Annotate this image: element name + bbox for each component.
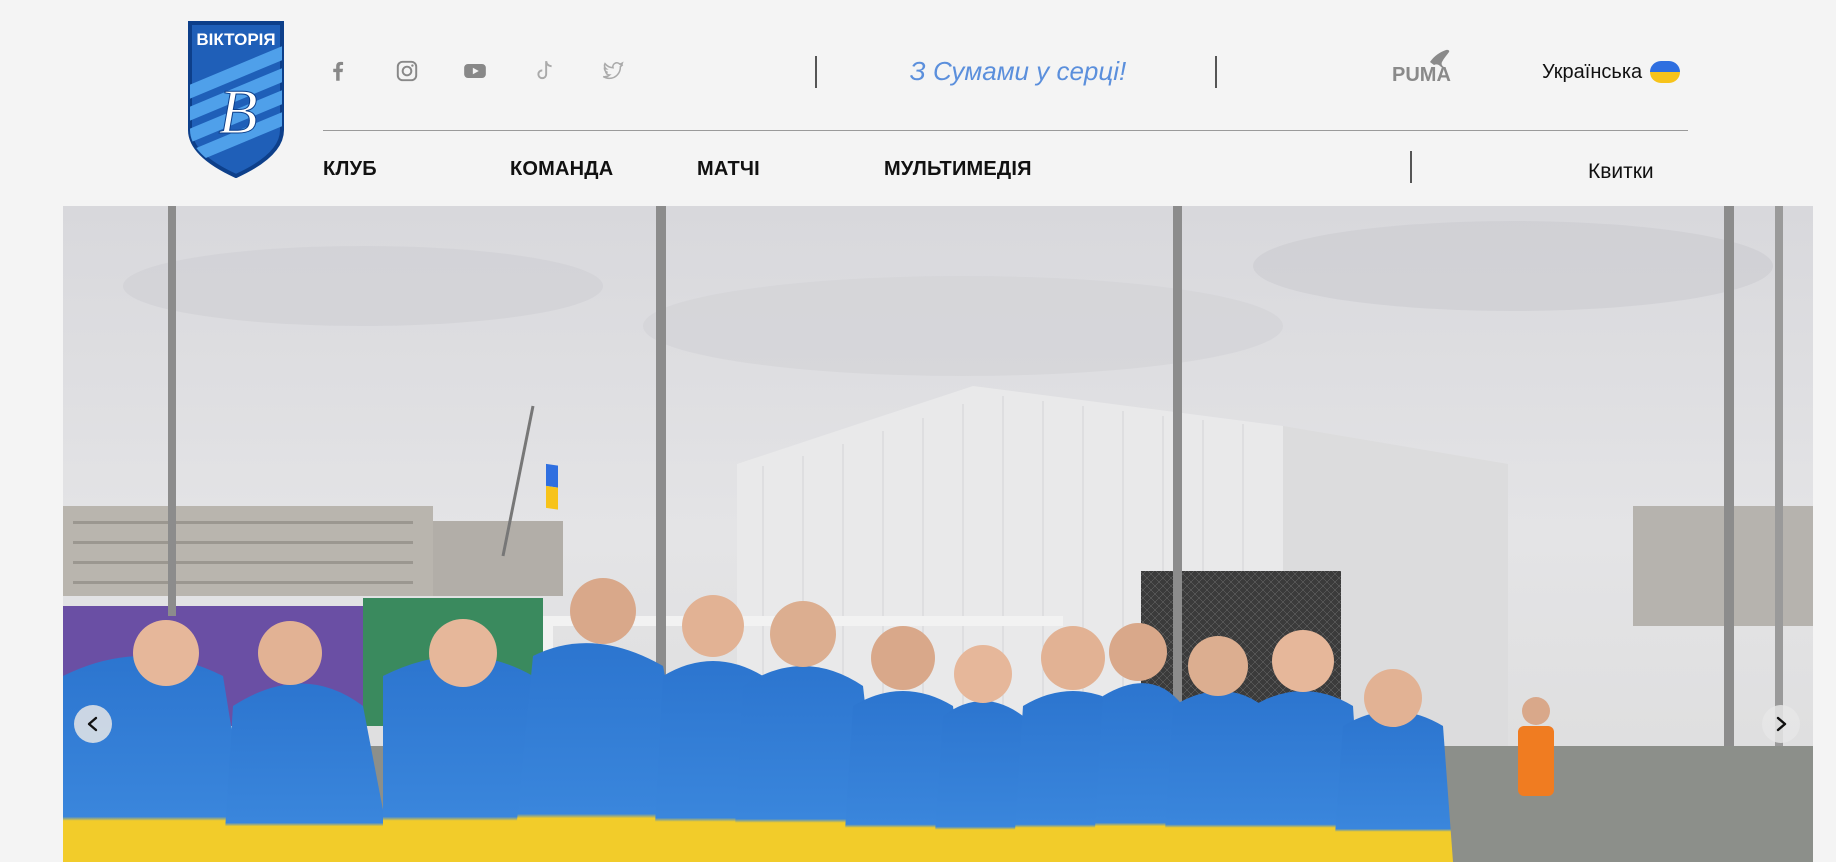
carousel-prev-button[interactable] xyxy=(74,705,112,743)
instagram-icon[interactable] xyxy=(394,56,420,86)
nav-item-club[interactable]: КЛУБ xyxy=(323,158,377,181)
nav-item-multimedia[interactable]: МУЛЬТИМЕДІЯ xyxy=(884,158,1032,181)
twitter-icon[interactable] xyxy=(600,56,626,86)
header-separator xyxy=(1215,56,1217,88)
youtube-icon[interactable] xyxy=(462,56,488,86)
ukraine-flag-icon xyxy=(1650,61,1681,83)
club-logo[interactable]: ВІКТОРІЯ В xyxy=(187,20,285,179)
chevron-left-icon xyxy=(87,716,98,732)
tiktok-icon[interactable] xyxy=(531,56,557,86)
sponsor-text: PUMA xyxy=(1392,64,1451,86)
nav-separator xyxy=(1410,151,1412,183)
logo-text: ВІКТОРІЯ xyxy=(196,30,275,49)
slogan: З Сумами у серці! xyxy=(909,56,1127,86)
carousel-next-button[interactable] xyxy=(1762,705,1800,743)
language-label: Українська xyxy=(1542,60,1643,83)
tickets-link[interactable]: Квитки xyxy=(1588,160,1654,184)
language-selector[interactable]: Українська xyxy=(1542,58,1681,86)
header-divider xyxy=(323,130,1688,131)
facebook-icon[interactable] xyxy=(325,56,351,86)
puma-logo-icon[interactable]: PUMA xyxy=(1390,46,1454,86)
nav-item-team[interactable]: КОМАНДА xyxy=(510,158,613,181)
logo-letter: В xyxy=(218,76,257,147)
hero-image xyxy=(63,206,1813,862)
nav-item-matches[interactable]: МАТЧІ xyxy=(697,158,760,181)
chevron-right-icon xyxy=(1776,716,1787,732)
header-separator xyxy=(815,56,817,88)
